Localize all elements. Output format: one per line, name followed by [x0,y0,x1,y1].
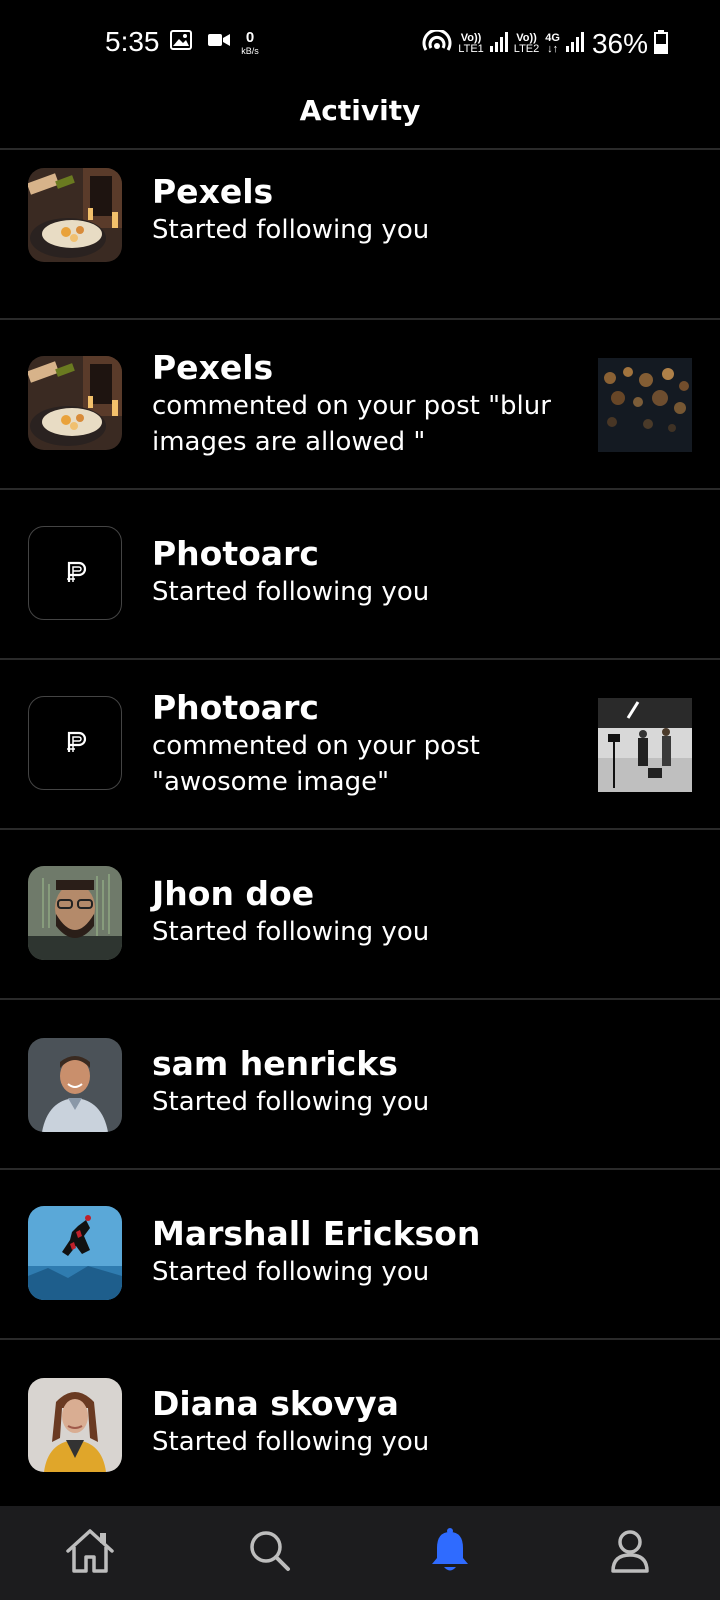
notification-message: commented on your post "awosome image" [152,731,480,797]
notification-text: Pexels Started following you [152,172,562,248]
bottom-nav [0,1506,720,1600]
post-thumbnail[interactable] [598,698,692,792]
notification-username[interactable]: Photoarc [152,534,562,574]
profile-icon[interactable] [609,1529,651,1577]
sim1-indicator: Vo)) LTE1 [458,32,484,55]
notification-username[interactable]: sam henricks [152,1044,562,1084]
list-item[interactable]: Jhon doe Started following you [0,830,720,1000]
signal-icon [565,31,584,57]
video-camera-icon [208,32,230,52]
signal-icon [489,31,508,57]
avatar[interactable] [28,1206,122,1300]
battery-percent: 36% [591,28,648,59]
status-bar: 5:35 0 kB/s Vo)) LTE1 Vo)) LTE2 4G ↓↑ 36… [0,0,720,90]
post-thumbnail[interactable] [598,358,692,452]
list-item[interactable]: Pexels commented on your post "blur imag… [0,320,720,490]
notification-message: Started following you [152,1257,430,1287]
notification-text: Diana skovya Started following you [152,1384,562,1460]
status-time: 5:35 [105,26,160,57]
list-item[interactable]: Photoarc Started following you [0,490,720,660]
notification-message: Started following you [152,1427,430,1457]
notification-message: Started following you [152,215,430,245]
battery-icon [654,29,668,59]
list-item[interactable]: sam henricks Started following you [0,1000,720,1170]
nav-search[interactable] [180,1506,360,1600]
notification-username[interactable]: Photoarc [152,688,572,728]
avatar[interactable] [28,168,122,262]
status-icons-right: Vo)) LTE1 Vo)) LTE2 4G ↓↑ 36% [422,28,668,60]
notification-text: Pexels commented on your post "blur imag… [152,348,572,460]
status-icons-left [170,30,230,54]
notification-text: Marshall Erickson Started following you [152,1214,562,1290]
notification-text: Jhon doe Started following you [152,874,562,950]
notification-text: Photoarc commented on your post "awosome… [152,688,572,800]
notification-text: sam henricks Started following you [152,1044,562,1120]
page-title: Activity [299,94,421,127]
notification-username[interactable]: Pexels [152,172,562,212]
net-speed: 0 kB/s [236,30,264,56]
net-speed-unit: kB/s [241,46,259,56]
avatar[interactable] [28,356,122,450]
photoarc-logo-icon [67,561,87,582]
search-icon[interactable] [248,1529,292,1577]
avatar[interactable] [28,696,122,790]
hotspot-icon [422,28,452,59]
activity-list: Pexels Started following you Pexels comm… [0,150,720,1510]
list-item[interactable]: Photoarc commented on your post "awosome… [0,660,720,830]
avatar[interactable] [28,1038,122,1132]
list-item[interactable]: Diana skovya Started following you [0,1340,720,1510]
gallery-icon [170,30,192,54]
avatar[interactable] [28,866,122,960]
nav-notifications[interactable] [360,1506,540,1600]
list-item[interactable]: Marshall Erickson Started following you [0,1170,720,1340]
notification-message: Started following you [152,577,430,607]
home-icon[interactable] [64,1527,116,1579]
network-type: 4G ↓↑ [545,32,560,55]
nav-profile[interactable] [540,1506,720,1600]
notification-username[interactable]: Marshall Erickson [152,1214,562,1254]
notification-username[interactable]: Diana skovya [152,1384,562,1424]
nav-home[interactable] [0,1506,180,1600]
notification-text: Photoarc Started following you [152,534,562,610]
notification-message: Started following you [152,917,430,947]
avatar[interactable] [28,526,122,620]
notification-message: commented on your post "blur images are … [152,391,551,457]
app-header: Activity [0,90,720,148]
bell-icon[interactable] [429,1528,471,1578]
notification-username[interactable]: Jhon doe [152,874,562,914]
list-item[interactable]: Pexels Started following you [0,150,720,320]
sim2-indicator: Vo)) LTE2 [513,32,540,55]
net-speed-value: 0 [245,29,255,46]
notification-username[interactable]: Pexels [152,348,572,388]
photoarc-logo-icon [67,731,87,752]
avatar[interactable] [28,1378,122,1472]
notification-message: Started following you [152,1087,430,1117]
